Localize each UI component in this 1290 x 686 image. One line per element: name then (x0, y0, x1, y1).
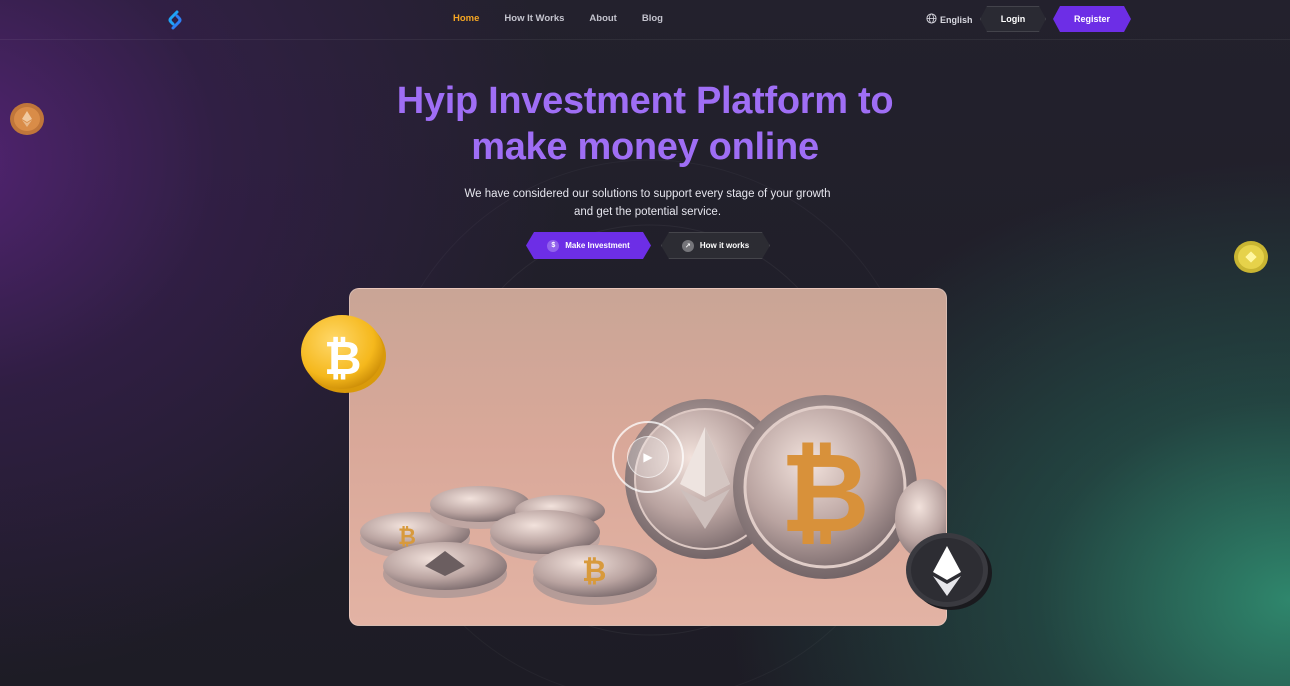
how-it-works-button[interactable]: ↗ How it works (661, 232, 770, 259)
nav-link-home[interactable]: Home (453, 13, 479, 24)
register-button[interactable]: Register (1053, 6, 1131, 32)
play-icon: ▶ (627, 436, 669, 478)
nav-link-how-it-works[interactable]: How It Works (504, 13, 564, 24)
globe-icon (926, 13, 937, 26)
hero-title-line1: Hyip Investment Platform to (396, 80, 894, 122)
small-coin-right-icon (1234, 241, 1268, 273)
svg-text:₿: ₿ (398, 525, 416, 550)
nav-link-about[interactable]: About (589, 13, 616, 24)
bitcoin-coin-icon: ₿ (301, 315, 386, 393)
ethereum-coin-icon (906, 533, 992, 610)
logo-icon[interactable] (164, 9, 186, 31)
dollar-icon: $ (547, 240, 559, 252)
hero-subtitle: We have considered our solutions to supp… (445, 185, 850, 221)
hero-title: Hyip Investment Platform to make money o… (345, 78, 945, 170)
how-it-works-label: How it works (699, 241, 750, 250)
language-selector[interactable]: English (926, 13, 973, 26)
hero-subtitle-line1: We have considered our solutions to supp… (464, 188, 831, 200)
login-button[interactable]: Login (980, 6, 1046, 32)
svg-text:₿: ₿ (324, 331, 362, 385)
make-investment-label: Make Investment (565, 241, 630, 250)
make-investment-button[interactable]: $ Make Investment (526, 232, 651, 259)
hero-subtitle-line2: and get the potential service. (573, 206, 722, 218)
small-coin-left-icon (10, 103, 44, 135)
svg-text:₿: ₿ (582, 554, 606, 589)
language-label: English (940, 14, 973, 25)
play-button[interactable]: ▶ (612, 421, 684, 493)
nav-links: Home How It Works About Blog (453, 13, 688, 24)
svg-text:₿: ₿ (780, 429, 870, 557)
arrow-up-right-icon: ↗ (682, 240, 694, 252)
navbar: Home How It Works About Blog English Log… (0, 0, 1290, 40)
nav-link-blog[interactable]: Blog (642, 13, 663, 24)
hero-title-line2: make money online (471, 126, 819, 168)
